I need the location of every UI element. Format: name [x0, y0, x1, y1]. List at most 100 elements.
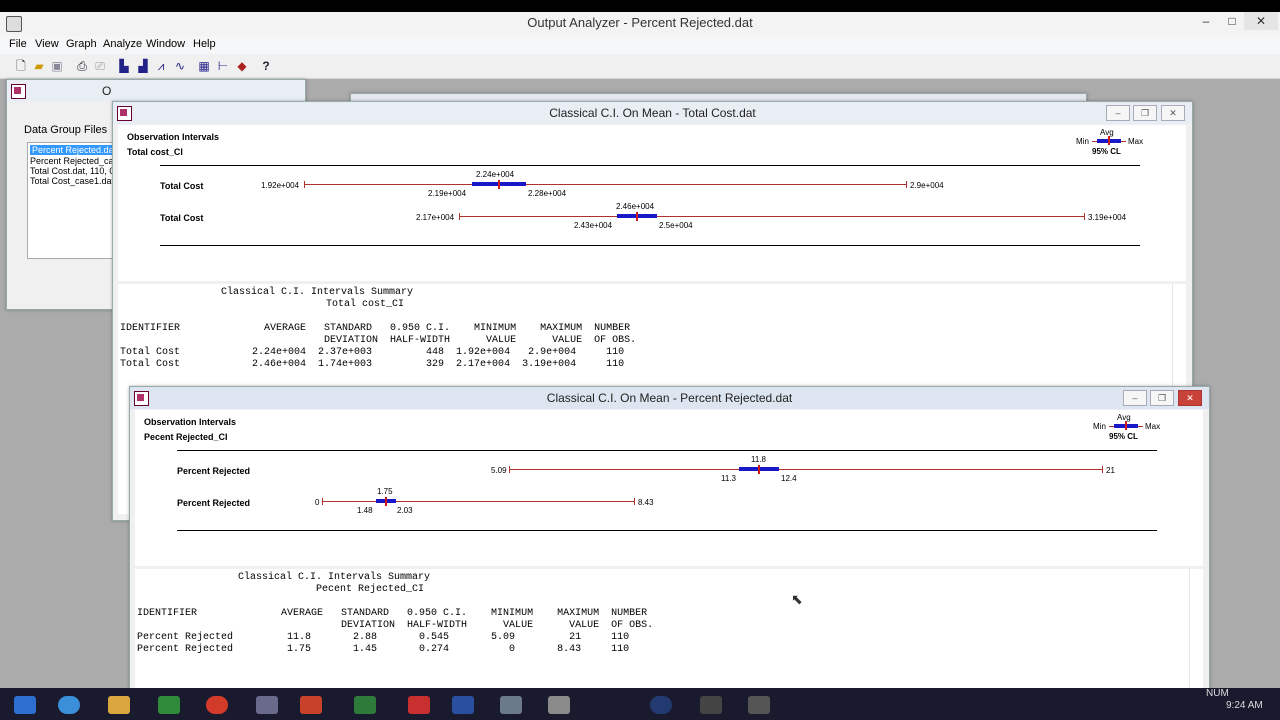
pdf-icon[interactable] — [408, 696, 430, 714]
ci-low-value: 2.43e+004 — [574, 221, 613, 230]
mean-mark — [498, 180, 500, 189]
excel-icon[interactable] — [158, 696, 180, 714]
list-item[interactable]: Percent Rejected_ca — [30, 156, 114, 166]
summary-column-header: IDENTIFIER AVERAGE STANDARD 0.950 C.I. M… — [120, 323, 631, 334]
window-icon — [117, 106, 132, 121]
point-estimate-icon[interactable]: ◆ — [234, 58, 250, 74]
list-item[interactable]: Percent Rejected.dat — [30, 145, 119, 155]
legend-cl: 95% CL — [1092, 147, 1121, 156]
summary-text-pane[interactable]: Classical C.I. Intervals Summary Pecent … — [135, 569, 1203, 693]
row-label: Total Cost — [160, 181, 204, 191]
ci-low-value: 11.3 — [721, 474, 736, 483]
print-icon[interactable]: ⎙ — [74, 58, 90, 74]
summary-column-header: DEVIATION HALF-WIDTH VALUE VALUE OF OBS. — [137, 620, 654, 631]
range-line — [459, 216, 1084, 217]
avg-value: 11.8 — [751, 455, 766, 464]
plot-top-rule — [177, 450, 1157, 451]
minimize-button[interactable]: – — [1106, 105, 1130, 121]
summary-subtitle: Total cost_CI — [326, 299, 405, 310]
browser-icon[interactable] — [58, 696, 80, 714]
print-preview-icon[interactable]: ⎚ — [92, 58, 108, 74]
percent-rejected-ci-window: Classical C.I. On Mean - Percent Rejecte… — [129, 386, 1210, 700]
menu-window[interactable]: Window — [146, 38, 185, 50]
plot-header: Observation Intervals — [127, 132, 220, 142]
total-cost-window-title[interactable]: Classical C.I. On Mean - Total Cost.dat … — [113, 102, 1192, 124]
ci-interval-icon[interactable]: ⊢ — [215, 58, 231, 74]
legend-max: Max — [1128, 137, 1144, 146]
folder-icon[interactable] — [108, 696, 130, 714]
summary-row: Percent Rejected 1.75 1.45 0.274 0 8.43 … — [137, 644, 630, 655]
summary-title: Classical C.I. Intervals Summary — [238, 572, 431, 583]
list-item[interactable]: Total Cost_case1.dat — [30, 176, 114, 186]
max-value: 8.43 — [638, 498, 654, 507]
mdi-workspace: O Data Group Files Percent Rejected.dat … — [0, 79, 1280, 700]
legend-min: Min — [1093, 422, 1106, 431]
avg-value: 1.75 — [377, 487, 393, 496]
percent-rejected-window-title[interactable]: Classical C.I. On Mean - Percent Rejecte… — [130, 387, 1209, 409]
histogram-icon[interactable]: ▟ — [135, 58, 151, 74]
app-icon[interactable] — [256, 696, 278, 714]
line-plot-icon[interactable]: ⩘ — [153, 58, 169, 74]
mean-mark — [758, 465, 760, 474]
legend-mark — [1125, 421, 1127, 430]
row-label: Percent Rejected — [177, 498, 251, 508]
list-item[interactable]: Total Cost.dat, 110, 0 — [30, 166, 114, 176]
restore-button[interactable]: ❐ — [1150, 390, 1174, 406]
plot-subtitle: Pecent Rejected_CI — [144, 432, 228, 442]
minimize-button[interactable]: – — [1123, 390, 1147, 406]
menu-view[interactable]: View — [35, 38, 59, 50]
table-icon[interactable]: ▦ — [196, 58, 212, 74]
plot-subtitle: Total cost_CI — [127, 147, 183, 157]
program-icon[interactable] — [500, 696, 522, 714]
restore-button[interactable]: ❐ — [1133, 105, 1157, 121]
minimize-button[interactable]: – — [1192, 12, 1220, 30]
close-button[interactable]: ✕ — [1244, 12, 1278, 30]
tool-icon[interactable] — [748, 696, 770, 714]
maximize-button[interactable]: □ — [1218, 12, 1246, 30]
start-icon[interactable] — [14, 696, 36, 714]
spreadsheet-icon[interactable] — [354, 696, 376, 714]
moving-average-icon[interactable]: ∿ — [172, 58, 188, 74]
window-icon — [134, 391, 149, 406]
bar-chart-icon[interactable]: ▙ — [116, 58, 132, 74]
new-file-icon[interactable]: 🗋 — [13, 58, 29, 74]
plot-top-rule — [160, 165, 1140, 166]
clock[interactable]: 9:24 AM — [1226, 700, 1263, 711]
max-value: 3.19e+004 — [1088, 213, 1127, 222]
output-analyzer-icon[interactable] — [548, 696, 570, 714]
menu-analyze[interactable]: Analyze — [103, 38, 142, 50]
close-button[interactable]: ✕ — [1161, 105, 1185, 121]
min-value: 2.17e+004 — [416, 213, 455, 222]
ci-low-value: 2.19e+004 — [428, 189, 467, 198]
network-icon[interactable] — [650, 696, 672, 714]
min-value: 0 — [315, 498, 320, 507]
observation-intervals-plot: Observation Intervals Total cost_CI Avg … — [118, 125, 1186, 281]
menu-graph[interactable]: Graph — [66, 38, 97, 50]
context-help-icon[interactable]: ? — [258, 58, 274, 74]
row-label: Total Cost — [160, 213, 204, 223]
summary-row: Percent Rejected 11.8 2.88 0.545 5.09 21… — [137, 632, 630, 643]
terminal-icon[interactable] — [700, 696, 722, 714]
vertical-scrollbar[interactable] — [1189, 569, 1203, 693]
legend-avg: Avg — [1100, 128, 1114, 137]
powerpoint-icon[interactable] — [300, 696, 322, 714]
summary-column-header: DEVIATION HALF-WIDTH VALUE VALUE OF OBS. — [120, 335, 637, 346]
plot-bottom-rule — [177, 530, 1157, 531]
legend-cl: 95% CL — [1109, 432, 1138, 441]
max-value: 21 — [1106, 466, 1115, 475]
media-icon[interactable] — [206, 696, 228, 714]
data-group-label: Data Group Files — [24, 124, 108, 136]
window-title-bar: Output Analyzer - Percent Rejected.dat –… — [0, 12, 1280, 36]
close-button[interactable]: ✕ — [1178, 390, 1202, 406]
max-tick — [1102, 466, 1103, 473]
data-group-file-list[interactable]: Percent Rejected.dat Percent Rejected_ca… — [27, 142, 119, 259]
word-icon[interactable] — [452, 696, 474, 714]
avg-value: 2.46e+004 — [616, 202, 655, 211]
ci-high-value: 12.4 — [781, 474, 797, 483]
menu-file[interactable]: File — [9, 38, 27, 50]
save-icon[interactable]: ▣ — [49, 58, 65, 74]
main-window: Output Analyzer - Percent Rejected.dat –… — [0, 12, 1280, 700]
open-folder-icon[interactable]: ▰ — [31, 58, 47, 74]
max-tick — [906, 181, 907, 188]
menu-help[interactable]: Help — [193, 38, 216, 50]
